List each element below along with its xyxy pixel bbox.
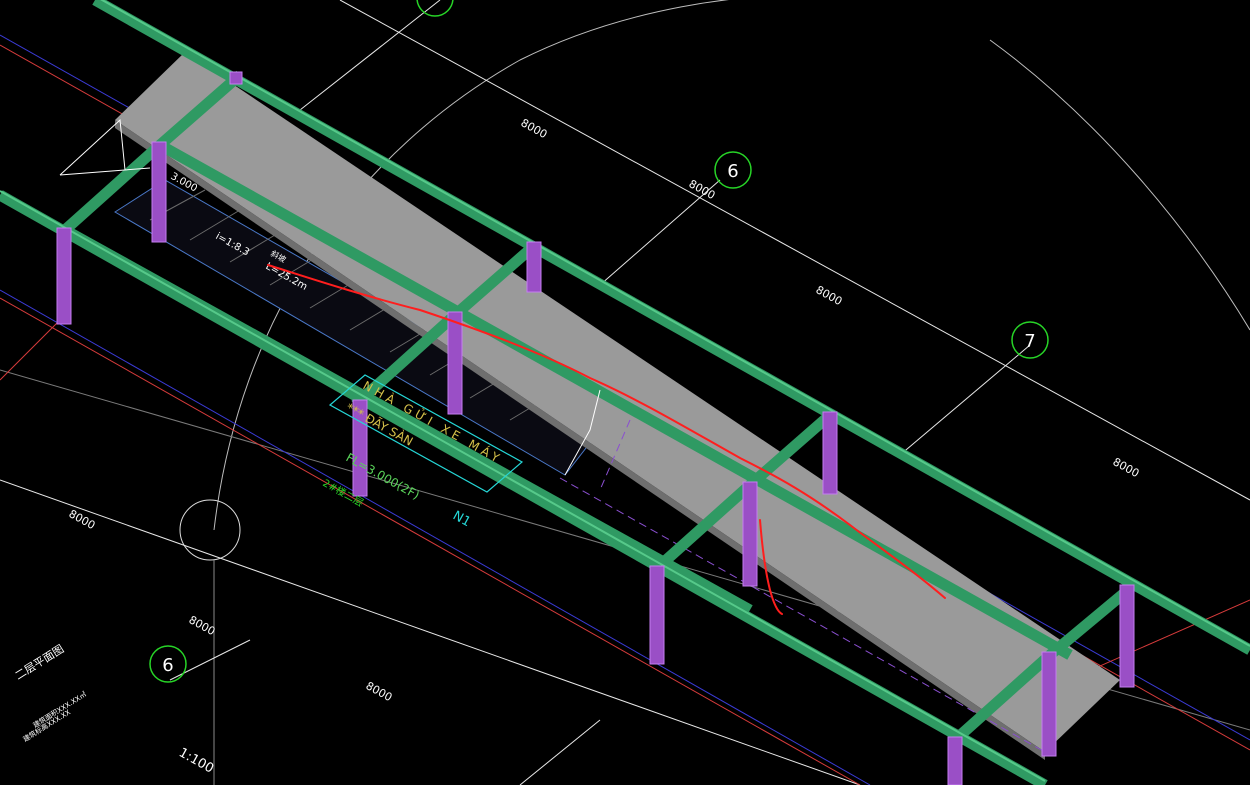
- grid-bubble-6-bottom: 6: [149, 645, 187, 683]
- dim-8000-f: 8000: [187, 613, 218, 638]
- grid-bubble-6-top: 6: [714, 151, 752, 189]
- dim-8000-a: 8000: [519, 116, 550, 141]
- dim-8000-d: 8000: [1111, 455, 1142, 480]
- plan-note-1: 建筑面积XXX.XX㎡: [31, 690, 88, 730]
- grid-bubble-7-label: 7: [1024, 331, 1035, 352]
- cad-drawing-canvas[interactable]: 6 7 6 8000 8000 8000 8000 8000 8000 8000…: [0, 0, 1250, 785]
- floor-annotations: FL=3.000(2F) 2#楼二层 N1: [321, 450, 474, 530]
- label-n1: N1: [450, 508, 473, 530]
- dim-8000-g: 8000: [364, 679, 395, 704]
- grid-bubble-7: 7: [1011, 321, 1049, 359]
- plan-scale: 1:100: [176, 745, 216, 776]
- grid-bubble-6b-label: 6: [162, 655, 173, 676]
- dim-8000-c: 8000: [814, 283, 845, 308]
- plan-title: 二层平面图: [13, 642, 67, 682]
- dim-8000-e: 8000: [67, 507, 98, 532]
- grid-bubble-6-label: 6: [727, 161, 738, 182]
